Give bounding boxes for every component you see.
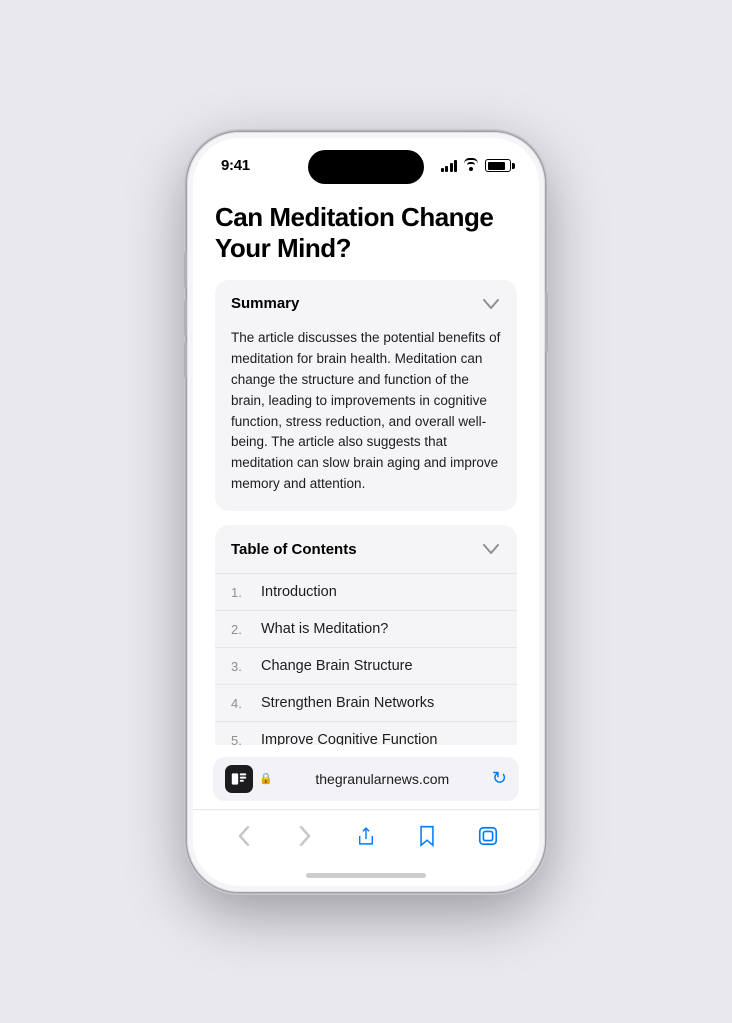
home-indicator [193, 866, 539, 886]
phone-screen: 9:41 Can Meditation Change Your Mind? [193, 138, 539, 886]
toc-label-5: Improve Cognitive Function [261, 732, 438, 744]
toc-number-5: 5. [231, 733, 249, 745]
toc-label-1: Introduction [261, 584, 337, 600]
summary-body: The article discusses the potential bene… [215, 328, 517, 511]
toc-label-2: What is Meditation? [261, 621, 388, 637]
status-bar: 9:41 [193, 138, 539, 186]
summary-title: Summary [231, 295, 299, 312]
reader-mode-button[interactable] [225, 765, 253, 793]
phone-frame: 9:41 Can Meditation Change Your Mind? [187, 132, 545, 892]
browser-bar[interactable]: 🔒 thegranularnews.com ↻ [213, 757, 519, 801]
toc-card: Table of Contents 1. Introduction 2. Wha… [215, 525, 517, 744]
status-time: 9:41 [221, 157, 250, 174]
battery-icon [485, 159, 511, 172]
bookmarks-button[interactable] [407, 818, 447, 854]
share-button[interactable] [346, 818, 386, 854]
signal-icon [441, 160, 458, 172]
summary-card: Summary The article discusses the potent… [215, 280, 517, 511]
back-button[interactable] [224, 818, 264, 854]
toc-number-1: 1. [231, 585, 249, 600]
wifi-icon [463, 160, 479, 172]
toc-item-4[interactable]: 4. Strengthen Brain Networks [215, 684, 517, 721]
toc-item-3[interactable]: 3. Change Brain Structure [215, 647, 517, 684]
bottom-navigation [193, 809, 539, 866]
home-indicator-bar [306, 873, 426, 878]
content-area[interactable]: Can Meditation Change Your Mind? Summary… [193, 186, 539, 745]
toc-label-4: Strengthen Brain Networks [261, 695, 434, 711]
article-title: Can Meditation Change Your Mind? [215, 202, 517, 264]
toc-number-3: 3. [231, 659, 249, 674]
toc-number-4: 4. [231, 696, 249, 711]
status-icons [441, 159, 512, 172]
summary-header[interactable]: Summary [215, 280, 517, 328]
battery-fill [488, 162, 506, 170]
browser-toolbar: 🔒 thegranularnews.com ↻ [193, 745, 539, 809]
dynamic-island [308, 150, 424, 184]
url-display[interactable]: thegranularnews.com [279, 771, 486, 787]
toc-label-3: Change Brain Structure [261, 658, 413, 674]
tabs-button[interactable] [468, 818, 508, 854]
toc-item-2[interactable]: 2. What is Meditation? [215, 610, 517, 647]
toc-title: Table of Contents [231, 541, 357, 558]
summary-chevron-icon[interactable] [481, 294, 501, 314]
toc-item-1[interactable]: 1. Introduction [215, 573, 517, 610]
toc-number-2: 2. [231, 622, 249, 637]
refresh-button[interactable]: ↻ [492, 768, 507, 789]
reader-icon [231, 771, 247, 787]
toc-chevron-icon[interactable] [481, 539, 501, 559]
forward-button[interactable] [285, 818, 325, 854]
lock-icon: 🔒 [259, 772, 273, 785]
toc-item-5[interactable]: 5. Improve Cognitive Function [215, 721, 517, 744]
toc-header[interactable]: Table of Contents [215, 525, 517, 573]
